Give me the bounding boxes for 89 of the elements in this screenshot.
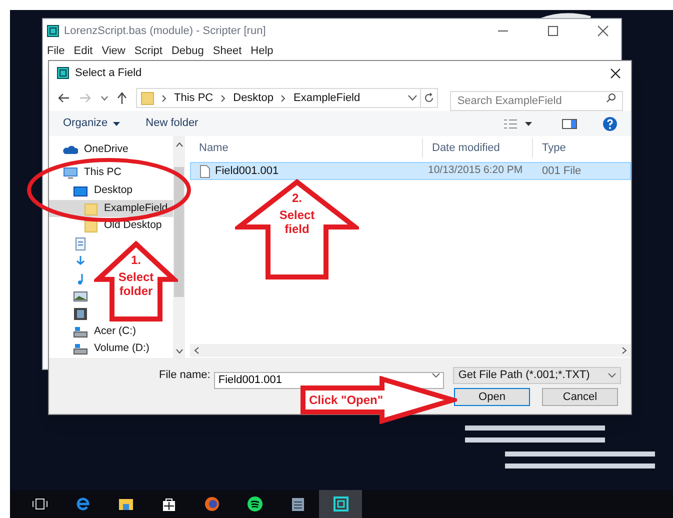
- task-view-icon: [32, 496, 48, 512]
- dialog-button[interactable]: Cancel: [542, 388, 618, 406]
- tree-item[interactable]: Acer (C:): [73, 322, 136, 340]
- tree-item[interactable]: [73, 234, 88, 252]
- file-date: 10/13/2015 6:20 PM: [427, 163, 524, 178]
- address-bar[interactable]: This PC Desktop ExampleField: [136, 88, 421, 108]
- menu-item[interactable]: File: [47, 42, 65, 60]
- back-arrow-icon: [57, 93, 70, 103]
- monitor-icon: [63, 166, 78, 180]
- scroll-up-icon: [176, 142, 182, 147]
- dialog-title: Select a Field: [75, 66, 142, 81]
- folder-icon: [83, 219, 98, 234]
- chevron-right-icon: [221, 94, 226, 102]
- file-row[interactable]: Field001.001 10/13/2015 6:20 PM 001 File: [190, 162, 631, 180]
- up-arrow-icon: [117, 92, 127, 104]
- menu-item[interactable]: Sheet: [212, 42, 242, 60]
- e-letter-icon: [74, 496, 90, 512]
- image-icon: [73, 289, 88, 304]
- view-list-icon: [504, 118, 517, 128]
- scrollbar[interactable]: [190, 344, 631, 357]
- new-folder-button[interactable]: New folder: [146, 115, 198, 132]
- chevron-down-icon: [432, 373, 440, 378]
- taskbar-button[interactable]: [319, 490, 362, 518]
- folder-icon: [141, 92, 154, 104]
- scroll-right-icon: [622, 347, 627, 354]
- folder-icon: [118, 496, 134, 512]
- breadcrumb-item[interactable]: ExampleField: [293, 90, 360, 106]
- refresh-button[interactable]: [420, 88, 438, 108]
- file-icon: [200, 164, 210, 178]
- annotation-text: Click "Open": [309, 392, 384, 409]
- menu-item[interactable]: Debug: [171, 42, 204, 60]
- folder-icon: [83, 202, 98, 216]
- tree-item[interactable]: OneDrive: [63, 141, 128, 159]
- chevron-down-icon: [608, 373, 616, 378]
- file-name-label: File name:: [159, 368, 210, 384]
- tree-item[interactable]: Desktop: [73, 182, 133, 200]
- search-field[interactable]: Search ExampleField: [450, 91, 623, 111]
- scroll-left-icon: [194, 347, 199, 354]
- menu-item[interactable]: Edit: [74, 42, 93, 60]
- film-icon: [73, 306, 88, 321]
- help-icon: [603, 116, 617, 130]
- window-title: LorenzScript.bas (module) - Scripter [run]: [64, 24, 266, 39]
- chevron-right-icon: [162, 94, 166, 102]
- chevron-right-icon: [281, 94, 286, 102]
- file-type: 001 File: [541, 164, 582, 179]
- scrollbar[interactable]: [173, 136, 185, 358]
- close-icon: [610, 68, 621, 78]
- caret-icon: [525, 122, 532, 126]
- column-header[interactable]: Type: [532, 138, 631, 158]
- app-icon: [332, 496, 348, 512]
- drive-icon: [73, 342, 88, 356]
- breadcrumb-item[interactable]: This PC: [174, 90, 214, 106]
- annotation-text: Select field: [278, 208, 316, 236]
- scroll-down-icon: [176, 349, 182, 354]
- annotation-text: Select folder: [117, 270, 155, 298]
- dialog-button[interactable]: Open: [454, 388, 530, 406]
- app-icon: [47, 25, 59, 37]
- search-icon: [606, 93, 616, 103]
- step-number: 1.: [130, 254, 141, 266]
- menu-item[interactable]: Help: [250, 42, 274, 60]
- app-icon: [57, 67, 69, 79]
- close-icon: [597, 25, 609, 37]
- scrollbar-thumb[interactable]: [174, 167, 184, 297]
- sound-waves-icon: [246, 496, 262, 512]
- chevron-down-icon: [101, 96, 108, 100]
- column-header[interactable]: Date modified: [422, 138, 532, 158]
- forward-arrow-icon: [79, 93, 92, 103]
- menu-item[interactable]: View: [102, 42, 126, 60]
- column-header[interactable]: Name: [190, 138, 422, 158]
- maximize-icon: [547, 25, 559, 37]
- refresh-icon: [424, 93, 434, 103]
- notepad-icon: [290, 496, 306, 512]
- step-number: 2.: [292, 192, 302, 204]
- tree-item[interactable]: This PC: [63, 164, 122, 182]
- breadcrumb-item[interactable]: Desktop: [233, 90, 274, 106]
- globe-icon: [204, 496, 220, 512]
- drive-icon: [73, 324, 88, 339]
- caret-icon: [112, 122, 120, 126]
- chevron-down-icon: [408, 95, 417, 101]
- document-icon: [73, 236, 88, 251]
- menu-item[interactable]: Script: [134, 42, 162, 60]
- monitor-icon: [73, 184, 88, 198]
- file-type-dropdown[interactable]: Get File Path (*.001;*.TXT): [453, 367, 622, 384]
- shopping-bag-icon: [160, 496, 176, 512]
- preview-pane-icon: [562, 118, 577, 128]
- tree-item[interactable]: [73, 305, 88, 323]
- tree-item[interactable]: Volume (D:): [73, 340, 150, 358]
- organize-menu-button[interactable]: Organize: [63, 115, 108, 132]
- file-name: Field001.001: [215, 164, 279, 179]
